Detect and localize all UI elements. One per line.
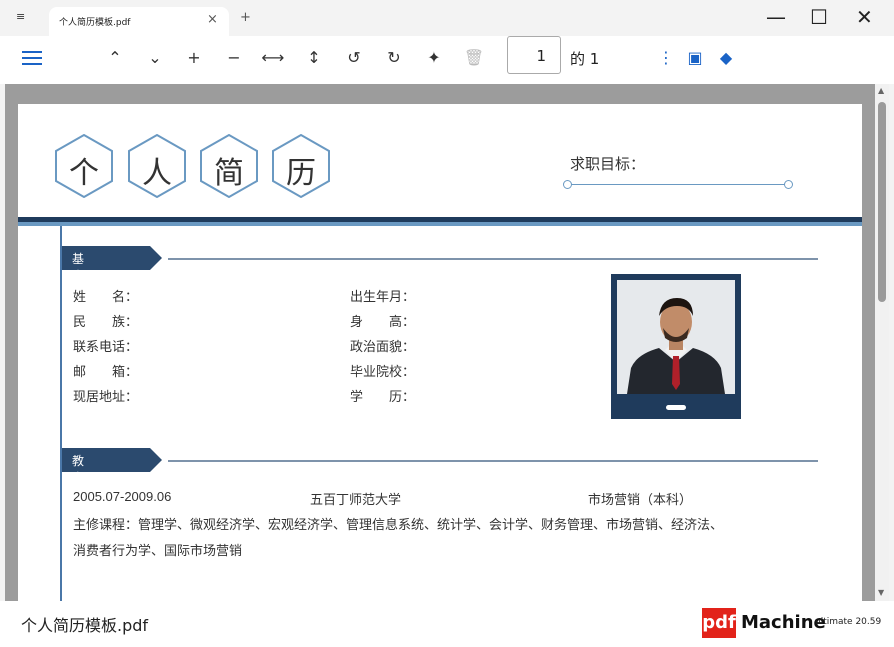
rotate-ccw-icon[interactable]: ↺ — [341, 48, 367, 67]
field-label: 学 历： — [350, 390, 416, 405]
field-label: 身 高： — [350, 315, 416, 330]
timeline-line — [60, 226, 62, 601]
section-divider — [168, 460, 818, 462]
add-image-icon[interactable]: ▣ — [682, 48, 708, 67]
scroll-down-icon[interactable]: ▼ — [878, 588, 884, 597]
page-count-label: 的 1 — [570, 50, 600, 68]
tab-title: 个人简历模板.pdf — [59, 18, 131, 28]
edu-major: 市场营销（本科） — [588, 493, 693, 508]
field-label: 姓 名： — [73, 290, 139, 305]
zoom-in-icon[interactable]: + — [181, 48, 207, 67]
maximize-icon[interactable]: ☐ — [810, 5, 828, 29]
brand-pdf-badge: pdf — [702, 608, 736, 638]
photo-pill — [666, 405, 686, 410]
rotate-cw-icon[interactable]: ↻ — [381, 48, 407, 67]
hamburger-menu-icon[interactable] — [22, 51, 42, 69]
minimize-icon[interactable]: — — [766, 5, 786, 29]
job-goal-label: 求职目标： — [570, 155, 646, 173]
section-title: 基本信息 — [72, 252, 85, 317]
vertical-scrollbar[interactable]: ▲ ▼ — [875, 84, 889, 601]
title-hex-3: 简 — [200, 133, 258, 199]
header-bar-light — [18, 222, 862, 226]
edu-courses-line-1: 主修课程：管理学、微观经济学、宏观经济学、管理信息系统、统计学、会计学、财务管理… — [73, 518, 724, 533]
field-label: 联系电话： — [73, 340, 139, 355]
next-page-icon[interactable]: ⌄ — [142, 48, 168, 67]
magic-wand-icon[interactable]: ✦ — [421, 48, 447, 67]
file-name-label: 个人简历模板.pdf — [21, 616, 149, 635]
edu-courses-line-2: 消费者行为学、国际市场营销 — [73, 544, 243, 559]
fit-width-icon[interactable]: ⟷ — [260, 48, 286, 67]
title-hex-1: 个 — [55, 133, 113, 199]
field-label: 毕业院校： — [350, 365, 416, 380]
section-divider — [168, 258, 818, 260]
scrollbar-thumb[interactable] — [878, 102, 886, 302]
status-bar: 个人简历模板.pdf pdf Machine ultimate 20.59 — [0, 601, 894, 647]
goal-underline — [568, 184, 790, 185]
document-tab[interactable]: 个人简历模板.pdf × — [49, 7, 229, 36]
tab-bar: ≡ 个人简历模板.pdf × + — ☐ ✕ — [0, 0, 894, 36]
zoom-out-icon[interactable]: − — [221, 48, 247, 67]
fit-height-icon[interactable]: ↕ — [301, 48, 327, 67]
page-number-input[interactable]: 1 — [507, 36, 561, 74]
profile-photo — [611, 274, 741, 419]
field-label: 政治面貌： — [350, 340, 416, 355]
version-label: ultimate 20.59 — [815, 617, 882, 627]
field-label: 出生年月： — [350, 290, 416, 305]
title-char: 个 — [69, 156, 99, 191]
field-label: 民 族： — [73, 315, 139, 330]
edu-period: 2005.07-2009.06 — [73, 489, 172, 504]
document-viewer[interactable]: 个 人 简 历 求职目标： 基本信息 姓 名： 民 族： 联系电话： 邮 箱： … — [5, 84, 875, 601]
scroll-up-icon[interactable]: ▲ — [878, 86, 884, 95]
title-char: 人 — [142, 156, 172, 191]
more-options-icon[interactable]: ⋮ — [653, 48, 679, 67]
goal-line-dot-right — [784, 180, 793, 189]
title-char: 简 — [214, 156, 244, 191]
field-label: 现居地址： — [73, 390, 139, 405]
add-shapes-icon[interactable]: ◆ — [713, 48, 739, 67]
goal-line-dot-left — [563, 180, 572, 189]
title-hex-4: 历 — [272, 133, 330, 199]
delete-icon[interactable]: 🗑 — [461, 48, 487, 67]
previous-page-icon[interactable]: ⌃ — [102, 48, 128, 67]
field-label: 邮 箱： — [73, 365, 139, 380]
tab-menu-icon[interactable]: ≡ — [16, 10, 25, 23]
title-hex-2: 人 — [128, 133, 186, 199]
section-title: 教育背景 — [72, 454, 85, 519]
edu-school: 五百丁师范大学 — [310, 493, 402, 508]
close-window-icon[interactable]: ✕ — [856, 5, 873, 29]
pdf-page: 个 人 简 历 求职目标： 基本信息 姓 名： 民 族： 联系电话： 邮 箱： … — [18, 104, 862, 601]
tab-close-icon[interactable]: × — [207, 12, 218, 27]
brand-machine-text: Machine — [741, 612, 826, 633]
title-char: 历 — [286, 156, 316, 191]
new-tab-icon[interactable]: + — [240, 10, 251, 25]
toolbar: ⌃ ⌄ + − ⟷ ↕ ↺ ↻ ✦ 🗑 1 的 1 ⋮ ▣ ◆ — [0, 36, 894, 84]
